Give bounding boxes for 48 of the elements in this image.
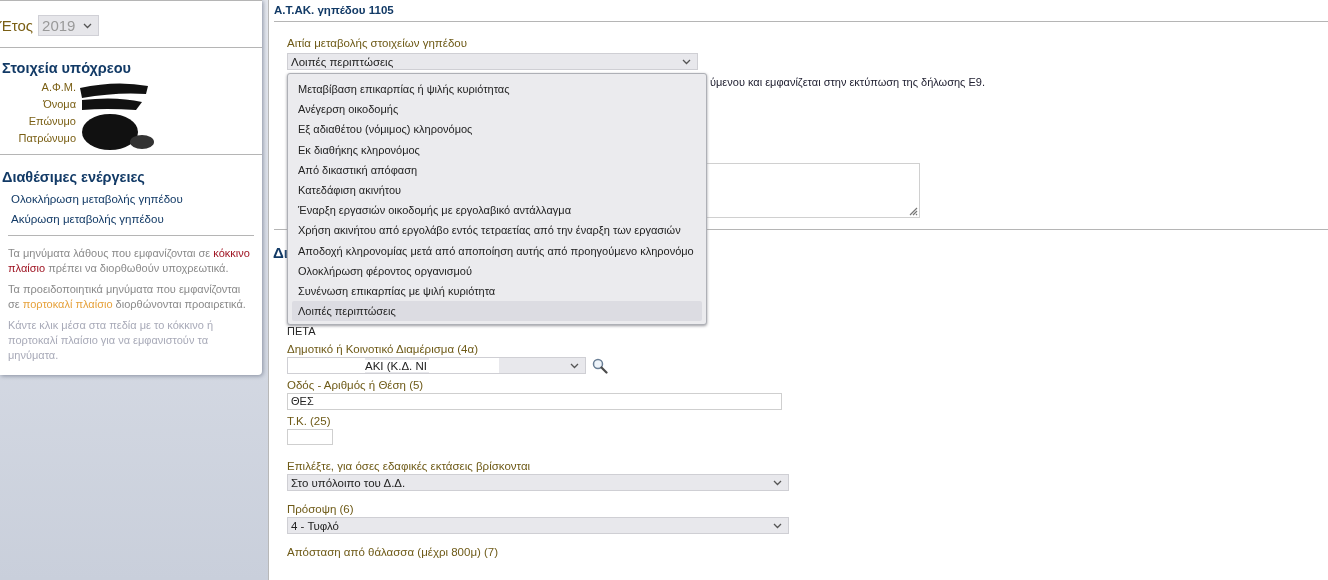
dropdown-option[interactable]: Ανέγερση οικοδομής xyxy=(292,99,702,120)
text-field[interactable] xyxy=(287,429,333,445)
field-value: ΠΕΤΑ xyxy=(287,325,317,338)
resize-grip-icon[interactable] xyxy=(908,206,918,216)
field-label: Οδός - Αριθμός ή Θέση (5) xyxy=(287,378,425,393)
year-label: Έτος xyxy=(0,17,34,34)
chevron-icon xyxy=(83,22,93,29)
combo-box[interactable]: ΑΚΙ (Κ.Δ. ΝΙ xyxy=(287,357,586,374)
text-field[interactable]: ΘΕΣ xyxy=(287,393,782,410)
chevron-icon xyxy=(773,479,782,486)
field-label: Πρόσοψη (6) xyxy=(287,502,355,517)
help-text: Τα μηνύματα λάθους που εμφανίζονται σε κόκκινο πλαίσιο πρέπει να διορθωθούν υποχρεωτικά. xyxy=(8,246,251,276)
help-text: Τα προειδοποιητικά μηνύματα που εμφανίζονται σε πορτοκαλί πλαίσιο διορθώνονται προαιρετικά. xyxy=(8,282,247,312)
chevron-icon xyxy=(570,362,579,369)
dropdown-option[interactable]: Συνένωση επικαρπίας με ψιλή κυριότητα xyxy=(292,281,702,302)
dropdown-option[interactable]: Ολοκλήρωση φέροντος οργανισμού xyxy=(292,260,702,282)
section-heading: Δι xyxy=(273,244,288,261)
dropdown-option[interactable]: Εξ αδιαθέτου (νόμιμος) κληρονόμος xyxy=(292,119,702,140)
field-label: Επώνυμο xyxy=(27,114,76,129)
section-heading: Στοιχεία υπόχρεου xyxy=(2,60,132,76)
search-icon[interactable] xyxy=(592,357,608,374)
chevron-icon xyxy=(773,522,782,529)
dropdown-option[interactable]: Αποδοχή κληρονομίας μετά από αποποίηση αυτής από προηγούμενο κληρονόμο xyxy=(292,240,702,261)
select-field[interactable]: 4 - Τυφλό xyxy=(287,517,789,534)
action-link[interactable]: Ολοκλήρωση μεταβολής γηπέδου xyxy=(11,193,183,205)
field-label: Επιλέξτε, για όσες εδαφικές εκτάσεις βρίσκονται xyxy=(287,459,532,474)
field-label: Αιτία μεταβολής στοιχείων γηπέδου xyxy=(287,36,468,51)
field-label: Πατρώνυμο xyxy=(17,131,76,146)
dropdown-option[interactable]: Λοιπές περιπτώσεις xyxy=(292,301,702,322)
field-label: Τ.Κ. (25) xyxy=(287,414,332,429)
chevron-icon xyxy=(682,58,691,65)
field-label: Απόσταση από θάλασσα (μέχρι 800μ) (7) xyxy=(287,545,500,560)
help-text: Κάντε κλικ μέσα στα πεδία με το κόκκινο ή πορτοκαλί πλαίσιο για να εμφανιστούν τα μηνύματα. xyxy=(8,318,215,363)
select-field[interactable]: Στο υπόλοιπο του Δ.Δ. xyxy=(287,474,789,491)
select-field[interactable]: Λοιπές περιπτώσεις xyxy=(287,53,698,70)
section-heading: Διαθέσιμες ενέργειες xyxy=(2,169,146,185)
action-link[interactable]: Ακύρωση μεταβολής γηπέδου xyxy=(11,213,164,225)
field-label: Όνομα xyxy=(42,97,76,112)
dropdown-option[interactable]: Από δικαστική απόφαση xyxy=(292,159,702,180)
dropdown-option[interactable]: Εκ διαθήκης κληρονόμος xyxy=(292,139,702,160)
info-text: ύμενου και εμφανίζεται στην εκτύπωση της δήλωσης Ε9. xyxy=(710,76,985,88)
field-label: Δημοτικό ή Κοινοτικό Διαμέρισμα (4α) xyxy=(287,342,479,357)
dropdown-option[interactable]: Έναρξη εργασιών οικοδομής με εργολαβικό αντάλλαγμα xyxy=(292,200,702,221)
dropdown-option[interactable]: Κατεδάφιση ακινήτου xyxy=(292,180,702,201)
page-title: Α.Τ.ΑΚ. γηπέδου 1105 xyxy=(273,3,395,18)
dropdown-option[interactable]: Μεταβίβαση επικαρπίας ή ψιλής κυριότητας xyxy=(292,79,702,100)
field-label: Α.Φ.Μ. xyxy=(40,80,76,95)
dropdown-option[interactable]: Χρήση ακινήτου από εργολάβο εντός τετραετίας από την έναρξη των εργασιών xyxy=(292,220,702,241)
